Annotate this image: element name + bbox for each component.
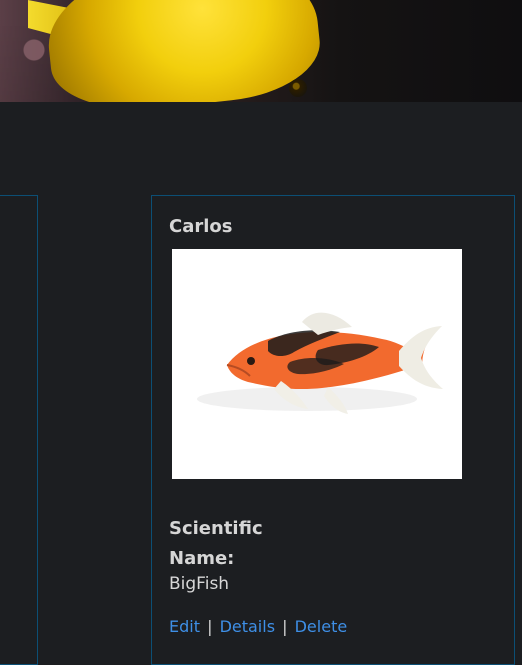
- koi-illustration: [197, 312, 443, 414]
- scientific-name-value: BigFish: [169, 574, 230, 594]
- fish-card: Carlos Scientific Name: BigFish Edit | D…: [151, 195, 515, 665]
- fish-photo: [172, 249, 462, 479]
- fish-name: Carlos: [169, 216, 233, 237]
- edit-link[interactable]: Edit: [169, 617, 200, 636]
- details-link[interactable]: Details: [220, 617, 275, 636]
- scientific-name-label: Scientific Name:: [169, 518, 263, 569]
- left-card-fragment: [0, 195, 38, 665]
- card-actions: Edit | Details | Delete: [169, 617, 347, 636]
- hero-banner: [0, 0, 522, 102]
- hero-fish: [41, 0, 325, 102]
- actions-separator: |: [282, 617, 288, 636]
- hero-fish-eye: [289, 79, 307, 97]
- actions-separator: |: [207, 617, 213, 636]
- delete-link[interactable]: Delete: [295, 617, 348, 636]
